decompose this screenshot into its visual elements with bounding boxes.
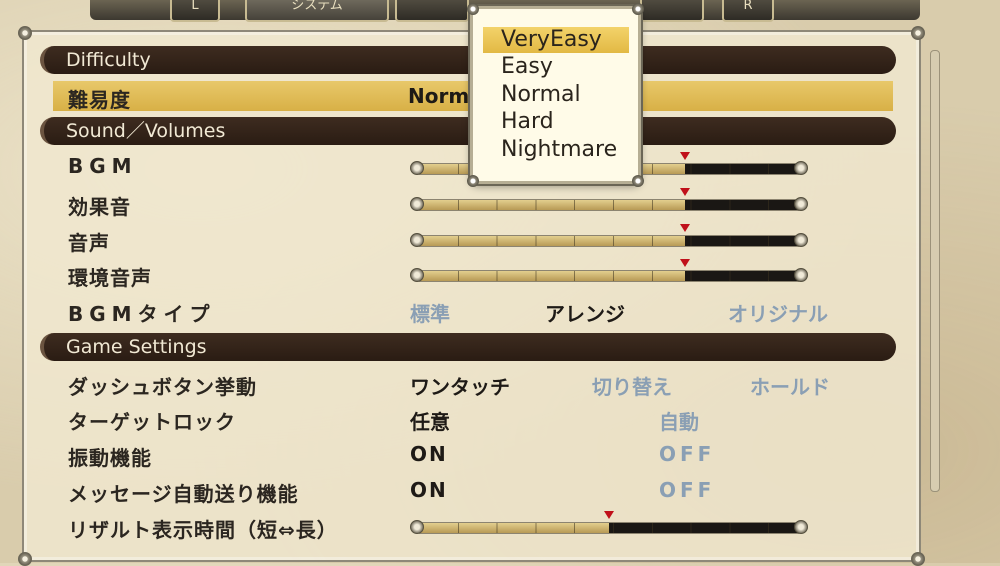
section-header-sound: Sound／Volumes: [40, 117, 896, 145]
corner-rivet-icon: [18, 552, 32, 566]
voice-volume-slider[interactable]: [410, 224, 808, 247]
auto-message-option-off[interactable]: OFF: [659, 478, 715, 502]
ambient-volume-slider[interactable]: [410, 259, 808, 282]
slider-marker-icon: [680, 188, 691, 196]
bgm-type-option-arrange[interactable]: アレンジ: [545, 298, 625, 327]
corner-rivet-icon: [632, 3, 644, 15]
tab-left-button[interactable]: L: [170, 0, 220, 22]
target-lock-label: ターゲットロック: [68, 410, 236, 434]
result-time-slider[interactable]: [410, 511, 808, 534]
dash-behavior-label: ダッシュボタン挙動: [68, 375, 257, 399]
corner-rivet-icon: [467, 3, 479, 15]
corner-rivet-icon: [632, 175, 644, 187]
dash-option-one-touch[interactable]: ワンタッチ: [410, 371, 510, 400]
sfx-label: 効果音: [68, 195, 131, 219]
corner-rivet-icon: [18, 26, 32, 40]
section-header-game-settings: Game Settings: [40, 333, 896, 361]
target-lock-option-manual[interactable]: 任意: [410, 406, 450, 435]
dropdown-option-nightmare[interactable]: Nightmare: [483, 137, 629, 163]
slider-marker-icon: [680, 224, 691, 232]
auto-message-option-on[interactable]: ON: [410, 478, 448, 502]
dash-option-hold[interactable]: ホールド: [750, 371, 830, 400]
ambient-label: 環境音声: [68, 266, 152, 290]
tab-other[interactable]: [640, 0, 704, 22]
slider-marker-icon: [680, 259, 691, 267]
difficulty-dropdown[interactable]: VeryEasy Easy Normal Hard Nightmare: [467, 3, 644, 187]
section-header-difficulty: Difficulty: [40, 46, 896, 74]
corner-rivet-icon: [911, 26, 925, 40]
dropdown-option-veryeasy[interactable]: VeryEasy: [483, 27, 629, 53]
corner-rivet-icon: [467, 175, 479, 187]
tab-right-button[interactable]: R: [722, 0, 774, 22]
vibration-option-off[interactable]: OFF: [659, 442, 715, 466]
sfx-volume-slider[interactable]: [410, 188, 808, 211]
slider-marker-icon: [604, 511, 614, 519]
slider-marker-icon: [680, 152, 691, 160]
dropdown-option-normal[interactable]: Normal: [483, 82, 629, 108]
result-time-label: リザルト表示時間（短⇔長）: [68, 518, 338, 542]
vibration-label: 振動機能: [68, 446, 152, 470]
tab-system[interactable]: システム: [245, 0, 389, 22]
dropdown-option-easy[interactable]: Easy: [483, 54, 629, 80]
target-lock-option-auto[interactable]: 自動: [659, 406, 699, 435]
bgm-type-label: BGMタイプ: [68, 302, 216, 326]
auto-message-label: メッセージ自動送り機能: [68, 482, 299, 506]
corner-rivet-icon: [911, 552, 925, 566]
bgm-type-option-original[interactable]: オリジナル: [728, 298, 828, 327]
dash-option-toggle[interactable]: 切り替え: [592, 371, 672, 400]
voice-label: 音声: [68, 231, 110, 255]
scrollbar[interactable]: [930, 50, 940, 492]
bgm-label: BGM: [68, 154, 138, 178]
difficulty-label: 難易度: [68, 88, 131, 112]
tab-next[interactable]: [395, 0, 469, 22]
bgm-type-option-standard[interactable]: 標準: [410, 298, 450, 327]
dropdown-option-hard[interactable]: Hard: [483, 109, 629, 135]
vibration-option-on[interactable]: ON: [410, 442, 448, 466]
